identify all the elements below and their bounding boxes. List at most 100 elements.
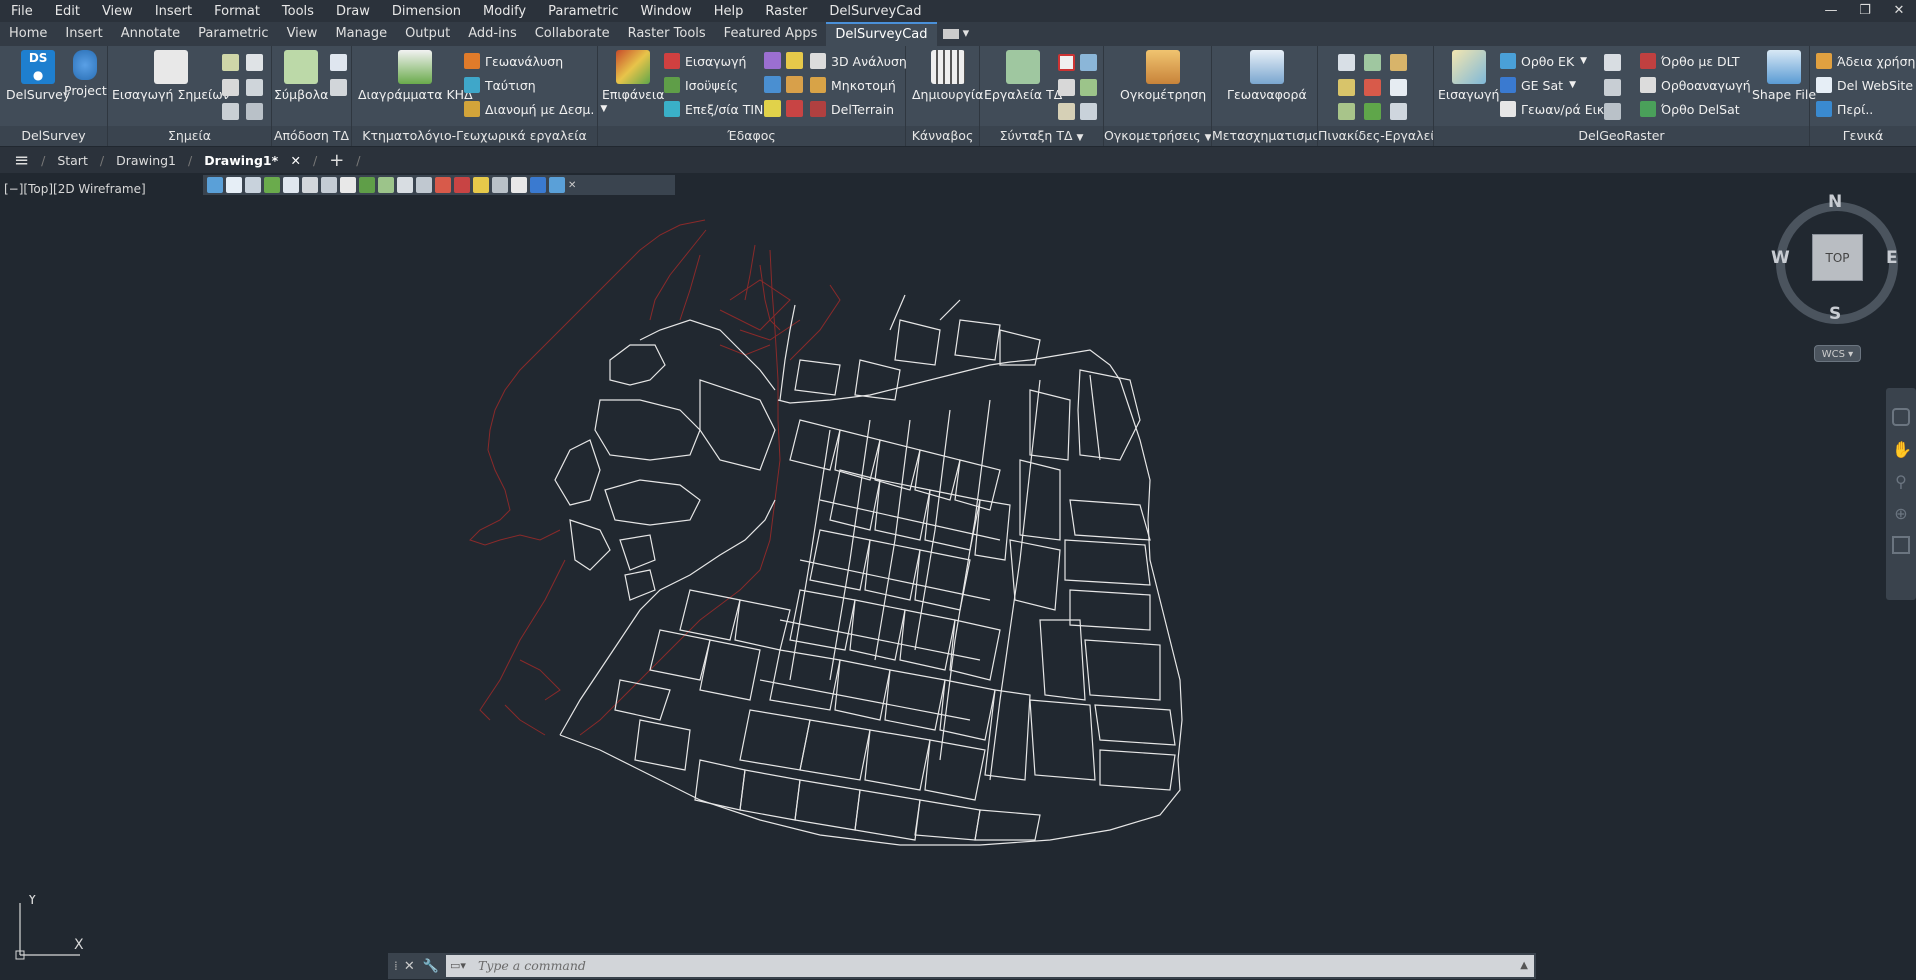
terrain-tool-icon[interactable] bbox=[786, 76, 803, 93]
insert-points-button[interactable]: Εισαγωγή Σημείων bbox=[112, 50, 230, 102]
raster-tool-icon[interactable] bbox=[1604, 79, 1621, 96]
panel-title-syntaxi[interactable]: Σύνταξη ΤΔ ▼ bbox=[980, 126, 1103, 146]
terrain-tool-icon[interactable] bbox=[764, 100, 781, 117]
tab-parametric[interactable]: Parametric bbox=[189, 22, 277, 46]
menu-view[interactable]: View bbox=[91, 4, 144, 19]
menu-raster[interactable]: Raster bbox=[754, 4, 818, 19]
toolbar-tool-icon[interactable] bbox=[226, 177, 242, 193]
terrain-tool-icon[interactable] bbox=[786, 52, 803, 69]
td-tools-button[interactable]: Εργαλεία ΤΔ bbox=[984, 50, 1062, 102]
table-tool-icon[interactable] bbox=[1338, 54, 1355, 71]
grid-tool-icon[interactable] bbox=[330, 79, 347, 96]
geoanalysis-button[interactable]: Γεωανάλυση bbox=[464, 51, 563, 71]
volume-button[interactable]: Ογκομέτρηση bbox=[1120, 50, 1206, 102]
terrain-tool-icon[interactable] bbox=[764, 76, 781, 93]
showmotion-icon[interactable] bbox=[1892, 536, 1910, 554]
command-history-arrow-icon[interactable]: ▲ bbox=[1520, 955, 1528, 977]
zoom-tool-icon[interactable] bbox=[246, 103, 263, 120]
terrain-tool-icon[interactable] bbox=[764, 52, 781, 69]
toolbar-tool-icon[interactable] bbox=[397, 177, 413, 193]
table-tool-icon[interactable] bbox=[1364, 54, 1381, 71]
td-tool-icon[interactable] bbox=[1080, 79, 1097, 96]
surface-button[interactable]: Επιφάνεια bbox=[602, 50, 664, 102]
tab-drawing1[interactable]: Drawing1 bbox=[104, 153, 188, 168]
table-tool-icon[interactable] bbox=[1390, 54, 1407, 71]
ortho-dlt-button[interactable]: Όρθο με DLT bbox=[1640, 51, 1740, 71]
zoom-icon[interactable]: ⚲ bbox=[1892, 472, 1910, 491]
toolbar-tool-icon[interactable] bbox=[207, 177, 223, 193]
toolbar-tool-icon[interactable] bbox=[283, 177, 299, 193]
pan-hand-icon[interactable]: ✋ bbox=[1892, 440, 1912, 459]
compass-east[interactable]: E bbox=[1886, 248, 1898, 268]
create-grid-button[interactable]: Δημιουργία bbox=[912, 50, 983, 102]
toolbar-tool-icon[interactable] bbox=[359, 177, 375, 193]
minimize-button[interactable]: — bbox=[1814, 0, 1848, 22]
tab-delsurveycad[interactable]: DelSurveyCad bbox=[826, 22, 937, 46]
td-tool-icon[interactable] bbox=[1080, 103, 1097, 120]
raster-tool-icon[interactable] bbox=[1604, 103, 1621, 120]
toolbar-tool-icon[interactable] bbox=[492, 177, 508, 193]
toolbar-tool-icon[interactable] bbox=[245, 177, 261, 193]
menu-modify[interactable]: Modify bbox=[472, 4, 537, 19]
tab-raster-tools[interactable]: Raster Tools bbox=[619, 22, 715, 46]
toolbar-tool-icon[interactable] bbox=[416, 177, 432, 193]
license-button[interactable]: Άδεια χρήσης bbox=[1816, 51, 1916, 71]
toolbar-tool-icon[interactable] bbox=[549, 177, 565, 193]
table-tool-icon[interactable] bbox=[1390, 79, 1407, 96]
menu-edit[interactable]: Edit bbox=[44, 4, 91, 19]
viewcube-top-face[interactable]: TOP bbox=[1812, 234, 1863, 281]
toolbar-tool-icon[interactable] bbox=[473, 177, 489, 193]
menu-file[interactable]: File bbox=[0, 4, 44, 19]
tab-manage[interactable]: Manage bbox=[326, 22, 396, 46]
points-tool-icon[interactable] bbox=[222, 103, 239, 120]
table-tool-icon[interactable] bbox=[1364, 103, 1381, 120]
toolbar-tool-icon[interactable] bbox=[454, 177, 470, 193]
command-input[interactable]: ▭▾ Type a command ▲ bbox=[446, 955, 1534, 977]
toolbar-tool-icon[interactable] bbox=[264, 177, 280, 193]
ribbon-options-button[interactable]: ▾ bbox=[937, 22, 976, 46]
tab-home[interactable]: Home bbox=[0, 22, 56, 46]
tab-featured-apps[interactable]: Featured Apps bbox=[715, 22, 827, 46]
command-prompt-icon[interactable]: ▭▾ bbox=[450, 955, 466, 977]
new-tab-plus-icon[interactable]: + bbox=[317, 150, 356, 171]
raster-import-button[interactable]: Εισαγωγή bbox=[1438, 50, 1499, 102]
tin-edit-button[interactable]: Επεξ/σία TIN bbox=[664, 99, 763, 119]
toolbar-tool-icon[interactable] bbox=[530, 177, 546, 193]
close-command-icon[interactable]: ✕ bbox=[404, 959, 415, 974]
table-tool-icon[interactable] bbox=[1390, 103, 1407, 120]
tab-collaborate[interactable]: Collaborate bbox=[526, 22, 619, 46]
drawing-canvas[interactable] bbox=[0, 173, 1916, 953]
table-tool-icon[interactable] bbox=[1364, 79, 1381, 96]
points-tool-icon[interactable] bbox=[222, 54, 239, 71]
customize-wrench-icon[interactable]: 🔧 bbox=[423, 959, 439, 974]
points-tool-icon[interactable] bbox=[246, 54, 263, 71]
tab-addins[interactable]: Add-ins bbox=[459, 22, 525, 46]
website-button[interactable]: Del WebSite bbox=[1816, 75, 1913, 95]
about-button[interactable]: Περί.. bbox=[1816, 99, 1873, 119]
diagrams-khd-button[interactable]: Διαγράμματα ΚΗΔ bbox=[358, 50, 473, 102]
georef-image-button[interactable]: Γεωαν/ρά Εικ. bbox=[1500, 99, 1608, 119]
menu-insert[interactable]: Insert bbox=[144, 4, 203, 19]
shape-file-button[interactable]: Shape File bbox=[1752, 50, 1816, 102]
menu-parametric[interactable]: Parametric bbox=[537, 4, 629, 19]
toolbar-tool-icon[interactable] bbox=[511, 177, 527, 193]
wcs-menu-button[interactable]: WCS ▾ bbox=[1814, 345, 1861, 362]
toolbar-tool-icon[interactable] bbox=[378, 177, 394, 193]
menu-delsurveycad[interactable]: DelSurveyCad bbox=[818, 4, 932, 19]
ortho-delsat-button[interactable]: Όρθο DelSat bbox=[1640, 99, 1740, 119]
raster-tool-icon[interactable] bbox=[1604, 54, 1621, 71]
viewport-controls-label[interactable]: [−][Top][2D Wireframe] bbox=[4, 182, 146, 196]
distribution-button[interactable]: Διανομή με Δεσμ. ▼ bbox=[464, 99, 607, 119]
menu-format[interactable]: Format bbox=[203, 4, 271, 19]
orthorectify-button[interactable]: Ορθοαναγωγή bbox=[1640, 75, 1751, 95]
menu-dimension[interactable]: Dimension bbox=[381, 4, 472, 19]
steering-wheel-icon[interactable] bbox=[1892, 408, 1910, 426]
ortho-ek-button[interactable]: Ορθο ΕΚ ▼ bbox=[1500, 51, 1587, 71]
points-tool-icon[interactable] bbox=[246, 79, 263, 96]
ge-sat-button[interactable]: GE Sat ▼ bbox=[1500, 75, 1576, 95]
tab-insert[interactable]: Insert bbox=[56, 22, 111, 46]
georeference-button[interactable]: Γεωαναφορά bbox=[1227, 50, 1307, 102]
hamburger-menu-icon[interactable]: ≡ bbox=[0, 150, 41, 171]
symbols-button[interactable]: Σύμβολα bbox=[274, 50, 328, 102]
menu-window[interactable]: Window bbox=[630, 4, 703, 19]
